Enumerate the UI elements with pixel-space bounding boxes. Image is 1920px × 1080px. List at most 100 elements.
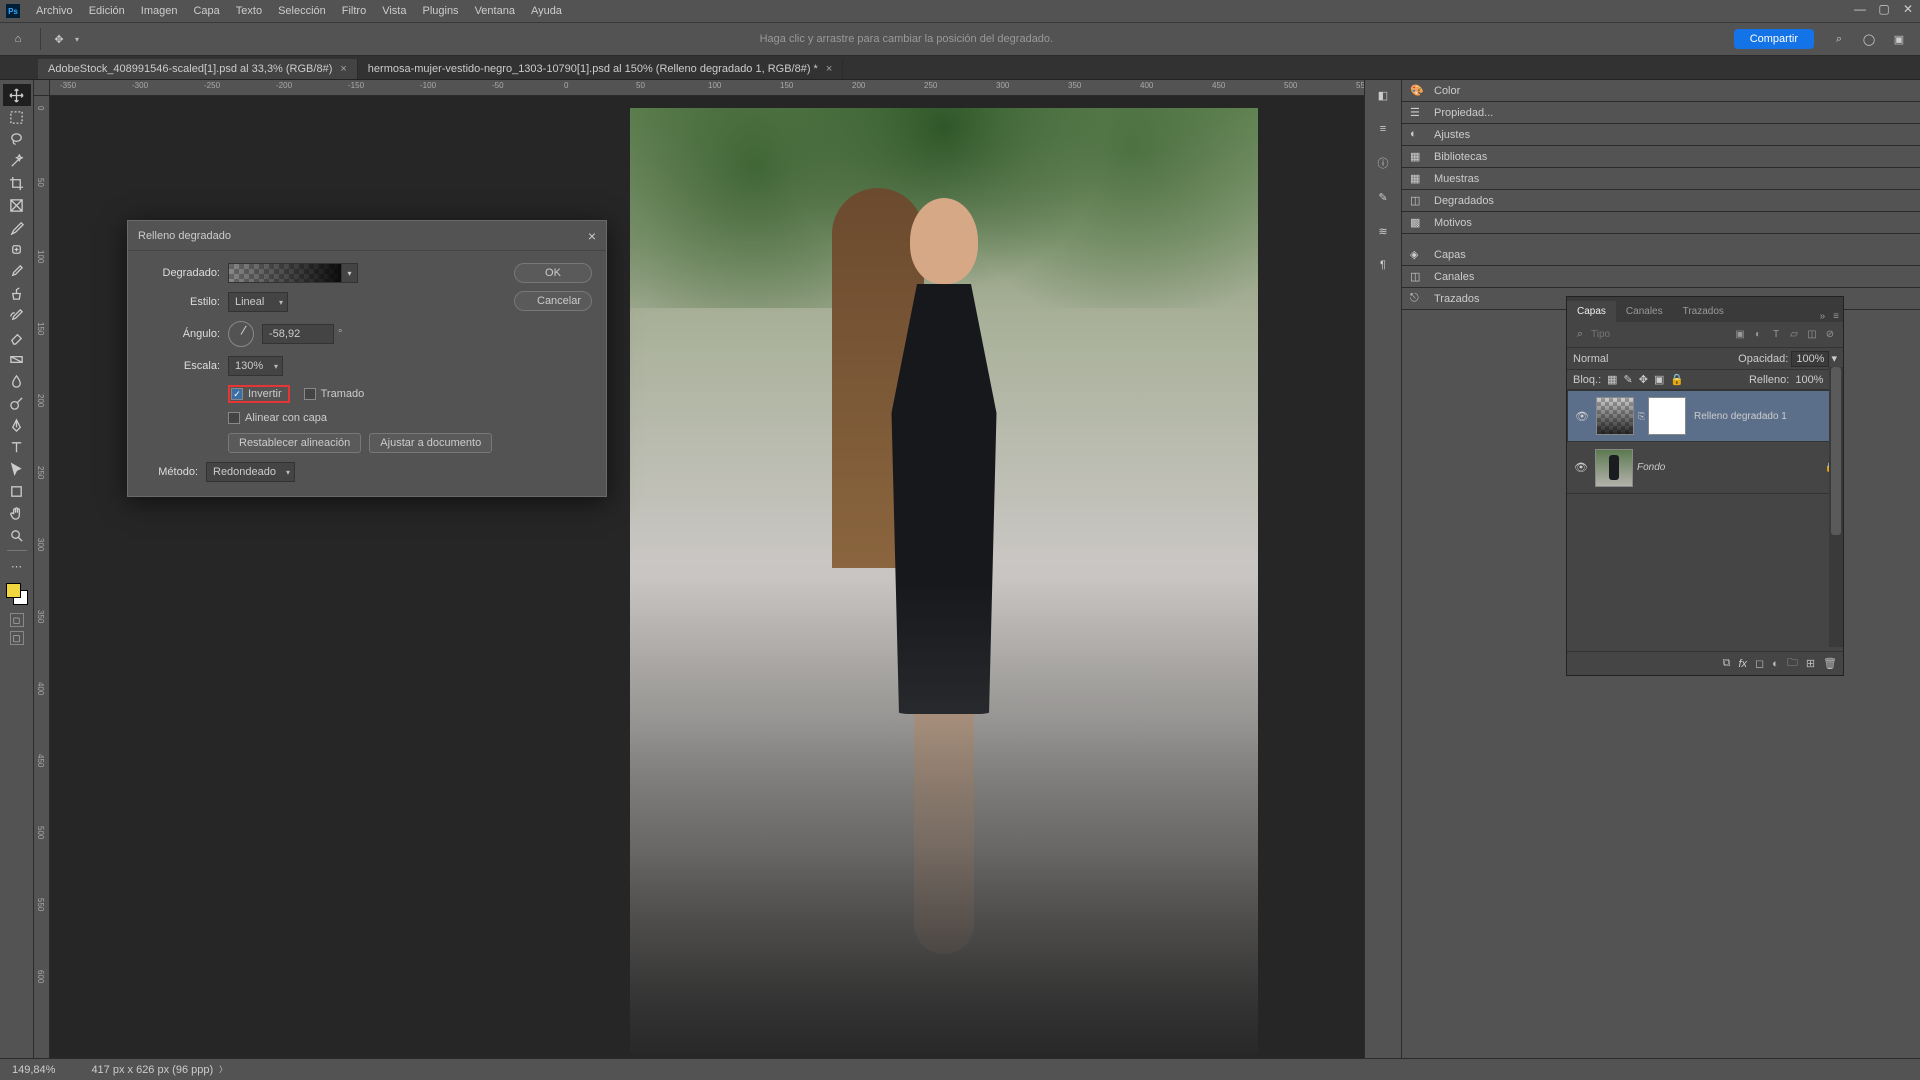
menu-filtro[interactable]: Filtro	[334, 0, 374, 22]
brush-tool[interactable]	[3, 260, 31, 282]
lock-transparent-icon[interactable]: ▦	[1607, 373, 1617, 386]
blend-mode-select[interactable]: Normal	[1573, 353, 1608, 365]
tab-trazados[interactable]: Trazados	[1673, 301, 1734, 322]
type-tool[interactable]	[3, 436, 31, 458]
dodge-tool[interactable]	[3, 392, 31, 414]
gradient-preview[interactable]	[228, 263, 342, 283]
magic-wand-tool[interactable]	[3, 150, 31, 172]
close-icon[interactable]: ×	[826, 63, 832, 75]
panel-icon[interactable]: ¶	[1372, 254, 1394, 276]
color-swatches[interactable]	[6, 583, 28, 605]
new-layer-icon[interactable]: ⊞	[1806, 657, 1815, 670]
tab-capas[interactable]: Capas	[1567, 301, 1616, 322]
invert-checkbox[interactable]: ✓	[231, 388, 243, 400]
close-icon[interactable]: ×	[588, 228, 596, 244]
panel-icon[interactable]: ≋	[1372, 220, 1394, 242]
angle-input[interactable]: -58,92	[262, 324, 334, 344]
menu-seleccion[interactable]: Selección	[270, 0, 334, 22]
marquee-tool[interactable]	[3, 106, 31, 128]
panel-adjustments[interactable]: ◐Ajustes	[1402, 124, 1920, 146]
lock-all-icon[interactable]: 🔒	[1670, 373, 1684, 386]
document-canvas[interactable]	[630, 108, 1258, 1053]
gradient-tool[interactable]	[3, 348, 31, 370]
document-info[interactable]: 417 px x 626 px (96 ppp)	[91, 1064, 213, 1076]
share-button[interactable]: Compartir	[1734, 29, 1814, 49]
opacity-value[interactable]: 100%	[1791, 351, 1829, 367]
workspace-icon[interactable]: ▣	[1888, 28, 1910, 50]
window-close-icon[interactable]: ✕	[1902, 3, 1914, 15]
menu-capa[interactable]: Capa	[185, 0, 227, 22]
foreground-color-swatch[interactable]	[6, 583, 21, 598]
history-brush-tool[interactable]	[3, 304, 31, 326]
panel-icon[interactable]: ✎	[1372, 186, 1394, 208]
filter-shape-icon[interactable]: ▱	[1787, 328, 1801, 342]
document-tab-1[interactable]: AdobeStock_408991546-scaled[1].psd al 33…	[38, 59, 358, 79]
healing-brush-tool[interactable]	[3, 238, 31, 260]
filter-adjust-icon[interactable]: ◐	[1751, 328, 1765, 342]
lock-pixels-icon[interactable]: ✎	[1624, 373, 1633, 386]
filter-pixel-icon[interactable]: ▣	[1733, 328, 1747, 342]
eraser-tool[interactable]	[3, 326, 31, 348]
panel-libraries[interactable]: ▦Bibliotecas	[1402, 146, 1920, 168]
document-tab-2[interactable]: hermosa-mujer-vestido-negro_1303-10790[1…	[358, 59, 843, 79]
home-icon[interactable]: ⌂	[6, 27, 30, 51]
menu-ventana[interactable]: Ventana	[467, 0, 523, 22]
layer-name[interactable]: Relleno degradado 1	[1694, 411, 1836, 422]
lock-artboard-icon[interactable]: ▣	[1654, 373, 1664, 386]
layer-name[interactable]: Fondo	[1637, 462, 1825, 473]
delete-layer-icon[interactable]: 🗑	[1823, 657, 1837, 670]
ok-button[interactable]: OK	[514, 263, 592, 283]
menu-vista[interactable]: Vista	[374, 0, 414, 22]
menu-archivo[interactable]: Archivo	[28, 0, 81, 22]
fill-value[interactable]: 100%	[1795, 374, 1823, 386]
layer-thumbnail[interactable]	[1596, 397, 1634, 435]
adjustment-layer-icon[interactable]: ◐	[1772, 658, 1779, 670]
scrollbar[interactable]	[1829, 367, 1843, 647]
filter-type-icon[interactable]: T	[1769, 328, 1783, 342]
eyedropper-tool[interactable]	[3, 216, 31, 238]
link-layers-icon[interactable]: ⧉	[1723, 657, 1731, 670]
method-select[interactable]: Redondeado	[206, 462, 295, 482]
crop-tool[interactable]	[3, 172, 31, 194]
panel-color[interactable]: 🎨Color	[1402, 80, 1920, 102]
hand-tool[interactable]	[3, 502, 31, 524]
window-minimize-icon[interactable]: —	[1854, 3, 1866, 15]
layer-search-input[interactable]	[1591, 329, 1729, 340]
clone-stamp-tool[interactable]	[3, 282, 31, 304]
panel-properties[interactable]: ☰Propiedad...	[1402, 102, 1920, 124]
layer-row[interactable]: 👁 Fondo 🔒	[1567, 442, 1843, 494]
chevron-right-icon[interactable]: 〉	[219, 1064, 227, 1075]
search-icon[interactable]: ⌕	[1828, 28, 1850, 50]
shape-tool[interactable]	[3, 480, 31, 502]
layer-row[interactable]: 👁 ⎘ Relleno degradado 1	[1567, 390, 1843, 442]
collapse-icon[interactable]: »	[1816, 311, 1830, 322]
reset-alignment-button[interactable]: Restablecer alineación	[228, 433, 361, 453]
scale-select[interactable]: 130%	[228, 356, 283, 376]
canvas-area[interactable]: -350 -300 -250 -200 -150 -100 -50 0 50 1…	[34, 80, 1364, 1058]
zoom-tool[interactable]	[3, 524, 31, 546]
group-icon[interactable]: 🗀	[1787, 654, 1798, 673]
style-select[interactable]: Lineal	[228, 292, 288, 312]
layer-style-icon[interactable]: fx	[1738, 658, 1747, 670]
panel-patterns[interactable]: ▩Motivos	[1402, 212, 1920, 234]
blur-tool[interactable]	[3, 370, 31, 392]
filter-toggle-icon[interactable]: ⊘	[1823, 328, 1837, 342]
tab-canales[interactable]: Canales	[1616, 301, 1673, 322]
window-restore-icon[interactable]: ▢	[1878, 3, 1890, 15]
frame-tool[interactable]	[3, 194, 31, 216]
dither-checkbox[interactable]	[304, 388, 316, 400]
angle-dial[interactable]	[228, 321, 254, 347]
help-icon[interactable]: ◯	[1858, 28, 1880, 50]
panel-icon[interactable]: ⓘ	[1372, 152, 1394, 174]
pen-tool[interactable]	[3, 414, 31, 436]
panel-layers[interactable]: ◈Capas	[1402, 244, 1920, 266]
quick-mask-icon[interactable]: ◻	[10, 613, 24, 627]
screen-mode-icon[interactable]: ▢	[10, 631, 24, 645]
fit-to-document-button[interactable]: Ajustar a documento	[369, 433, 492, 453]
menu-plugins[interactable]: Plugins	[414, 0, 466, 22]
menu-texto[interactable]: Texto	[228, 0, 270, 22]
panel-gradients[interactable]: ◫Degradados	[1402, 190, 1920, 212]
move-tool[interactable]	[3, 84, 31, 106]
visibility-icon[interactable]: 👁	[1573, 461, 1589, 474]
menu-edicion[interactable]: Edición	[81, 0, 133, 22]
